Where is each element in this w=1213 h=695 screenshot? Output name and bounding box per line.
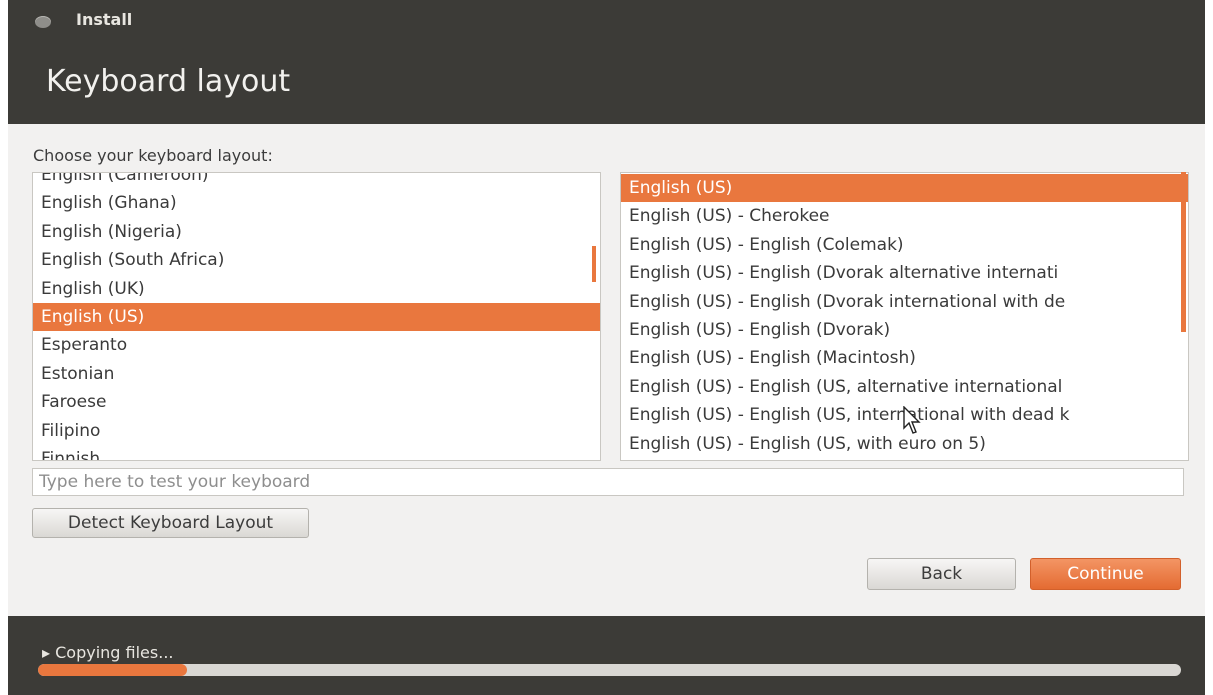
installer-window: Install Keyboard layout Choose your keyb… [0, 0, 1213, 695]
list-item[interactable]: English (South Africa) [33, 246, 600, 274]
window-title: Install [76, 10, 133, 29]
list-item[interactable]: English (US) - English (Macintosh) [621, 344, 1188, 372]
list-item[interactable]: English (Ghana) [33, 189, 600, 217]
list-item[interactable]: Estonian [33, 360, 600, 388]
list-item[interactable]: English (Cameroon) [33, 173, 600, 189]
list-item[interactable]: Filipino [33, 417, 600, 445]
layout-list-scrollbar[interactable] [592, 246, 596, 282]
page-title: Keyboard layout [46, 64, 291, 99]
list-item[interactable]: English (US) - Cherokee [621, 202, 1188, 230]
list-item[interactable]: English (US) - English (US, alternative … [621, 373, 1188, 401]
continue-button[interactable]: Continue [1030, 558, 1181, 590]
choose-layout-label: Choose your keyboard layout: [33, 146, 273, 165]
list-item[interactable]: English (US) - English (Dvorak) [621, 316, 1188, 344]
list-item[interactable]: English (Nigeria) [33, 218, 600, 246]
list-item[interactable]: Esperanto [33, 331, 600, 359]
list-item[interactable]: English (US) - English (Dvorak internati… [621, 288, 1188, 316]
list-item[interactable]: English (US) [33, 303, 600, 331]
variant-list-scrollbar[interactable] [1181, 172, 1186, 332]
window-close-icon[interactable] [35, 16, 51, 28]
install-progress-bar [38, 664, 1181, 676]
list-item[interactable]: English (US) - English (Colemak) [621, 231, 1188, 259]
install-progress-fill [38, 664, 187, 676]
list-item[interactable]: English (US) - English (Dvorak alternati… [621, 259, 1188, 287]
keyboard-test-input[interactable] [32, 468, 1184, 496]
list-item[interactable]: Faroese [33, 388, 600, 416]
header-bar: Install Keyboard layout [8, 0, 1205, 124]
list-item[interactable]: Finnish [33, 445, 600, 460]
mouse-pointer-icon [903, 406, 921, 434]
layout-list[interactable]: English (Cameroon) English (Ghana) English… [32, 172, 601, 461]
list-item[interactable]: English (US) [621, 174, 1188, 202]
copying-files-label[interactable]: ▸ Copying files... [42, 643, 174, 662]
status-bar [8, 616, 1205, 695]
back-button[interactable]: Back [867, 558, 1016, 590]
detect-keyboard-layout-button[interactable]: Detect Keyboard Layout [32, 508, 309, 538]
list-item[interactable]: English (UK) [33, 275, 600, 303]
